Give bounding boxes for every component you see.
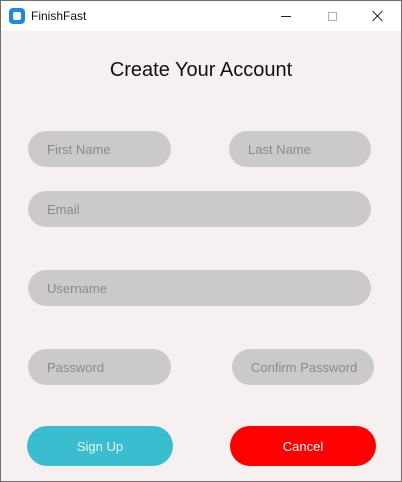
- window-title: FinishFast: [31, 9, 87, 23]
- title-bar[interactable]: FinishFast: [1, 1, 401, 31]
- last-name-field[interactable]: [229, 131, 371, 167]
- minimize-button[interactable]: [263, 1, 309, 31]
- close-icon: [372, 10, 384, 22]
- minimize-icon: [281, 15, 291, 17]
- app-logo-icon: [9, 8, 25, 24]
- sign-up-button[interactable]: Sign Up: [27, 426, 173, 466]
- close-button[interactable]: [355, 1, 401, 31]
- first-name-field[interactable]: [28, 131, 171, 167]
- maximize-button[interactable]: [309, 1, 355, 31]
- username-field[interactable]: [28, 270, 371, 306]
- app-window: FinishFast Create Your Account Sign Up C…: [0, 0, 402, 482]
- confirm-password-field[interactable]: [232, 349, 374, 385]
- password-field[interactable]: [28, 349, 171, 385]
- page-title: Create Your Account: [109, 59, 293, 81]
- maximize-icon: [327, 11, 337, 21]
- cancel-button[interactable]: Cancel: [230, 426, 376, 466]
- email-field[interactable]: [28, 191, 371, 227]
